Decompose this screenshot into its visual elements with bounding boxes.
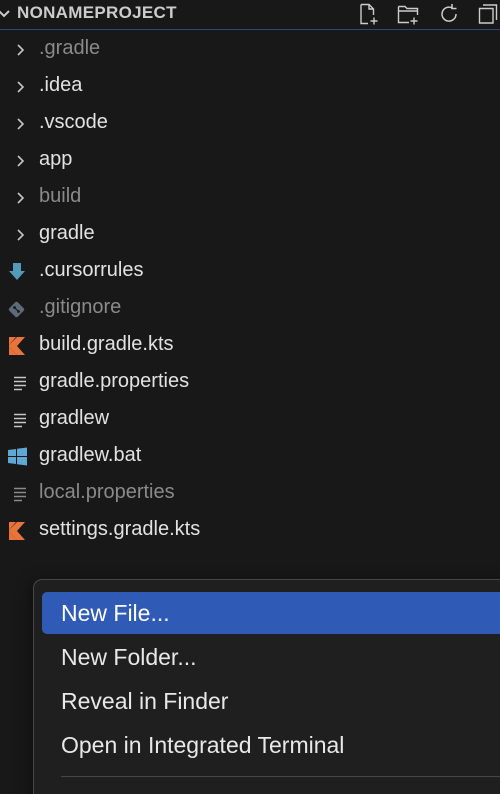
menu-item-reveal-in-finder[interactable]: Reveal in Finder: [42, 680, 500, 722]
chevron-right-icon: [6, 224, 30, 246]
tree-item-gradle[interactable]: gradle: [0, 216, 500, 253]
chevron-right-icon: [6, 39, 30, 61]
kotlin-icon: [6, 335, 30, 357]
tree-item-label: settings.gradle.kts: [39, 518, 201, 540]
tree-item-label: .gitignore: [39, 296, 122, 318]
new-file-icon[interactable]: [354, 1, 382, 27]
tree-item-app[interactable]: app: [0, 142, 500, 179]
tree-item-label: build.gradle.kts: [39, 333, 174, 355]
download-arrow-icon: [6, 261, 30, 283]
tree-item-label: gradle: [39, 222, 95, 244]
file-explorer: NONAMEPROJECT .gradle .idea .vscode app …: [0, 0, 500, 794]
tree-item-label: .gradle: [39, 37, 101, 59]
kotlin-icon: [6, 520, 30, 542]
tree-item-label: gradle.properties: [39, 370, 190, 392]
chevron-right-icon: [6, 113, 30, 135]
tree-item-cursorrules[interactable]: .cursorrules: [0, 253, 500, 290]
chevron-down-icon[interactable]: [0, 4, 12, 24]
tree-item-vscode[interactable]: .vscode: [0, 105, 500, 142]
tree-item-label: .vscode: [39, 111, 108, 133]
tree-item-label: local.properties: [39, 481, 175, 503]
tree-item-label: app: [39, 148, 73, 170]
new-folder-icon[interactable]: [394, 1, 422, 27]
tree-item-label: gradlew: [39, 407, 110, 429]
tree-item-idea[interactable]: .idea: [0, 68, 500, 105]
tree-item-gitignore[interactable]: .gitignore: [0, 290, 500, 327]
refresh-icon[interactable]: [435, 1, 463, 27]
tree-item-label: build: [39, 185, 82, 207]
chevron-right-icon: [6, 76, 30, 98]
text-lines-icon: [6, 483, 30, 505]
tree-item-label: gradlew.bat: [39, 444, 142, 466]
menu-item-open-in-terminal[interactable]: Open in Integrated Terminal: [42, 724, 500, 766]
text-lines-icon: [6, 372, 30, 394]
tree-item-gradlew-bat[interactable]: gradlew.bat: [0, 438, 500, 475]
tree-item-label: .cursorrules: [39, 259, 144, 281]
git-icon: [6, 298, 30, 320]
chevron-right-icon: [6, 187, 30, 209]
menu-item-new-folder[interactable]: New Folder...: [42, 636, 500, 678]
menu-separator: [61, 776, 500, 777]
windows-icon: [6, 446, 30, 468]
tree-item-build-gradle-kts[interactable]: build.gradle.kts: [0, 327, 500, 364]
tree-item-local-properties[interactable]: local.properties: [0, 475, 500, 512]
chevron-right-icon: [6, 150, 30, 172]
tree-item-settings-gradle-kts[interactable]: settings.gradle.kts: [0, 512, 500, 549]
tree-item-gradlew[interactable]: gradlew: [0, 401, 500, 438]
explorer-header: NONAMEPROJECT: [0, 0, 500, 30]
menu-item-label: Open in Integrated Terminal: [61, 732, 345, 758]
menu-item-label: New File...: [61, 600, 170, 626]
tree-item-gradle-dir[interactable]: .gradle: [0, 31, 500, 68]
context-menu: New File... New Folder... Reveal in Find…: [33, 579, 500, 794]
menu-item-label: Reveal in Finder: [61, 688, 229, 714]
tree-item-label: .idea: [39, 74, 83, 96]
menu-item-label: New Folder...: [61, 644, 197, 670]
tree-item-build[interactable]: build: [0, 179, 500, 216]
collapse-icon[interactable]: [474, 1, 500, 27]
text-lines-icon: [6, 409, 30, 431]
explorer-title[interactable]: NONAMEPROJECT: [17, 3, 177, 23]
menu-item-new-file[interactable]: New File...: [42, 592, 500, 634]
tree-item-gradle-properties[interactable]: gradle.properties: [0, 364, 500, 401]
